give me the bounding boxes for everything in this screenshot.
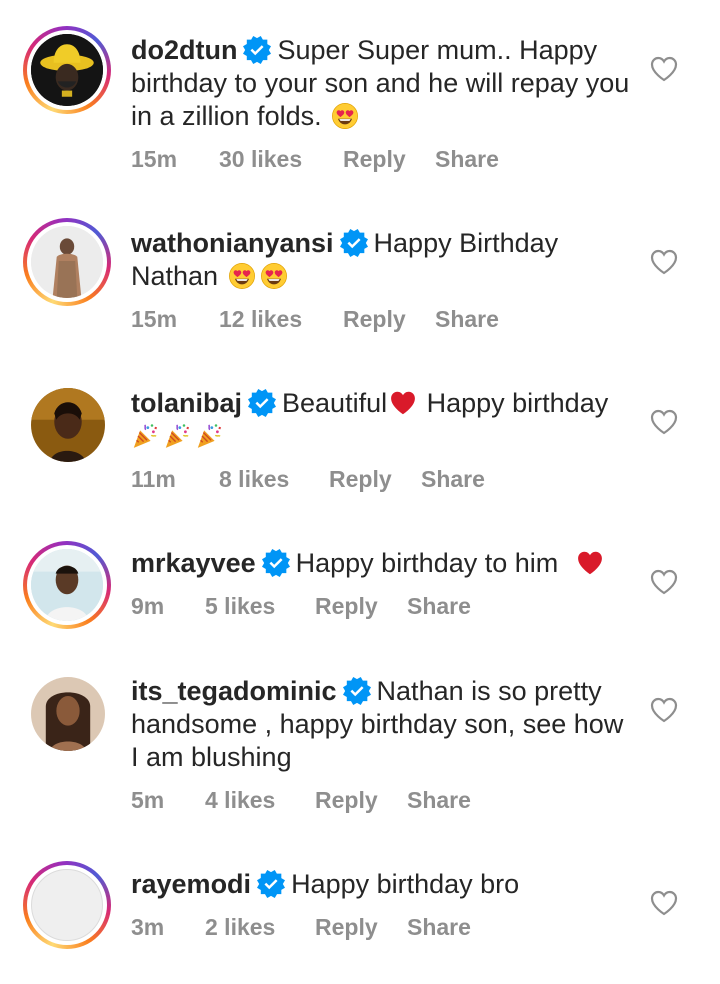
verified-icon <box>257 870 285 898</box>
reply-button[interactable]: Reply <box>343 306 435 333</box>
comment-likes[interactable]: 8 likes <box>219 466 329 493</box>
comment-time: 9m <box>131 593 165 619</box>
like-heart-icon[interactable] <box>650 890 678 916</box>
heart-eyes-emoji-icon <box>331 102 359 130</box>
reply-button[interactable]: Reply <box>343 146 435 173</box>
avatar[interactable] <box>23 861 111 949</box>
share-button[interactable]: Share <box>407 914 471 941</box>
comment-time: 3m <box>131 914 165 940</box>
comment-likes[interactable]: 12 likes <box>219 306 343 333</box>
reply-button[interactable]: Reply <box>315 593 407 620</box>
red-heart-emoji-icon <box>389 389 417 417</box>
comment-text: Happy birthday <box>426 388 609 418</box>
verified-icon <box>340 229 368 257</box>
comment-body: do2dtun Super Super mum.. Happy birthday … <box>131 34 631 133</box>
comment-body: its_tegadominic Nathan is so pretty hands… <box>131 675 631 774</box>
comment-time: 11m <box>131 466 176 492</box>
comment-likes[interactable]: 2 likes <box>205 914 315 941</box>
comment-time: 15m <box>131 146 178 172</box>
share-button[interactable]: Share <box>407 787 471 814</box>
comment-body: tolanibaj Beautiful Happy birthday <box>131 387 631 453</box>
share-button[interactable]: Share <box>407 593 471 620</box>
verified-icon <box>243 36 271 64</box>
like-heart-icon[interactable] <box>650 409 678 435</box>
comment-username[interactable]: do2dtun <box>131 35 237 65</box>
comment-text: Happy birthday bro <box>291 869 520 899</box>
comment-username[interactable]: tolanibaj <box>131 388 242 418</box>
like-heart-icon[interactable] <box>650 56 678 82</box>
party-popper-emoji-icon <box>131 422 159 450</box>
comment-body: wathonianyansi Happy Birthday Nathan <box>131 227 631 293</box>
comment-likes[interactable]: 4 likes <box>205 787 315 814</box>
comment-meta: 11m 8 likes Reply Share <box>131 466 485 493</box>
comment-username[interactable]: rayemodi <box>131 869 251 899</box>
comment-likes[interactable]: 5 likes <box>205 593 315 620</box>
comment-username[interactable]: its_tegadominic <box>131 676 337 706</box>
party-popper-emoji-icon <box>163 422 191 450</box>
comment-text: Beautiful <box>282 388 388 418</box>
comment-time: 15m <box>131 306 178 332</box>
share-button[interactable]: Share <box>435 146 499 173</box>
like-heart-icon[interactable] <box>650 249 678 275</box>
reply-button[interactable]: Reply <box>315 914 407 941</box>
verified-icon <box>343 677 371 705</box>
verified-icon <box>262 549 290 577</box>
share-button[interactable]: Share <box>435 306 499 333</box>
comment-time: 5m <box>131 787 165 813</box>
avatar[interactable] <box>31 677 105 751</box>
comment-body: mrkayvee Happy birthday to him <box>131 547 631 580</box>
like-heart-icon[interactable] <box>650 697 678 723</box>
party-popper-emoji-icon <box>195 422 223 450</box>
comment-username[interactable]: wathonianyansi <box>131 228 334 258</box>
avatar[interactable] <box>23 26 111 114</box>
comment-meta: 5m 4 likes Reply Share <box>131 787 471 814</box>
heart-eyes-emoji-icon <box>228 262 256 290</box>
comment-meta: 3m 2 likes Reply Share <box>131 914 471 941</box>
comment-text: Happy birthday to him <box>295 548 559 578</box>
comment-meta: 9m 5 likes Reply Share <box>131 593 471 620</box>
comment-meta: 15m 12 likes Reply Share <box>131 306 499 333</box>
comment-likes[interactable]: 30 likes <box>219 146 343 173</box>
like-heart-icon[interactable] <box>650 569 678 595</box>
avatar[interactable] <box>31 388 105 462</box>
comment-meta: 15m 30 likes Reply Share <box>131 146 499 173</box>
avatar[interactable] <box>23 218 111 306</box>
share-button[interactable]: Share <box>421 466 485 493</box>
heart-eyes-emoji-icon <box>260 262 288 290</box>
verified-icon <box>248 389 276 417</box>
avatar[interactable] <box>23 541 111 629</box>
reply-button[interactable]: Reply <box>329 466 421 493</box>
comment-username[interactable]: mrkayvee <box>131 548 256 578</box>
reply-button[interactable]: Reply <box>315 787 407 814</box>
red-heart-emoji-icon <box>576 549 604 577</box>
comment-body: rayemodi Happy birthday bro <box>131 868 631 901</box>
